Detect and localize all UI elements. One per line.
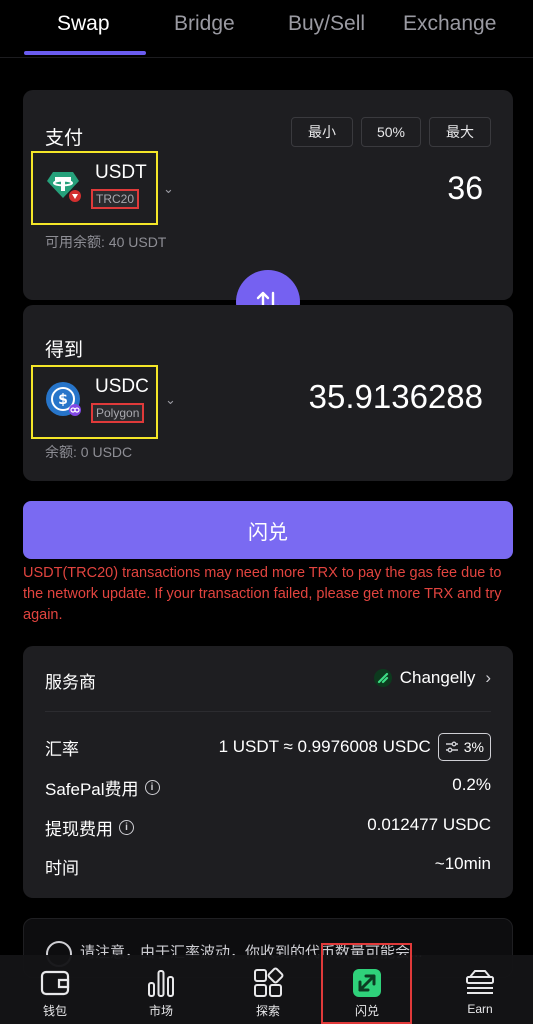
chevron-right-icon: › [485, 668, 491, 687]
info-icon[interactable]: i [144, 780, 160, 795]
swap-button[interactable]: 闪兑 [23, 501, 513, 559]
pay-token-name: USDT [95, 162, 147, 183]
info-divider [45, 711, 491, 712]
usdc-icon: $ [46, 382, 81, 416]
min-amount-button[interactable]: 最小 [291, 117, 353, 147]
tab-exchange[interactable]: Exchange [403, 12, 496, 36]
nav-explore[interactable]: 探索 [218, 955, 318, 1024]
safepal-fee-row: SafePal费用 i 0.2% [45, 775, 491, 799]
time-label: 时间 [45, 859, 79, 878]
chevron-down-icon[interactable]: ⌄ [163, 181, 174, 197]
pay-card: 支付 最小 50% 最大 USDT TRC20 ⌄ 36 可用余额: 40 US… [23, 90, 513, 300]
provider-label: 服务商 [45, 673, 96, 692]
receive-token-selector[interactable]: $ USDC Polygon [31, 365, 158, 439]
time-value: ~10min [434, 854, 491, 873]
safepal-fee-value: 0.2% [452, 775, 491, 794]
pay-network-tag: TRC20 [91, 189, 140, 209]
pay-balance: 可用余额: 40 USDT [45, 234, 167, 250]
info-icon[interactable]: i [119, 820, 134, 835]
pay-amount-input[interactable]: 36 [447, 170, 483, 207]
changelly-logo-icon [373, 669, 392, 687]
safepal-fee-label: SafePal费用 [45, 780, 139, 799]
nav-market-label: 市场 [148, 1004, 173, 1018]
slippage-button[interactable]: 3% [437, 733, 491, 761]
time-row: 时间 ~10min [45, 854, 491, 878]
receive-token-name: USDC [95, 376, 149, 397]
active-nav-highlight [321, 943, 412, 1024]
nav-wallet-label: 钱包 [42, 1004, 67, 1018]
nav-earn[interactable]: Earn [430, 955, 530, 1024]
earn-icon [466, 970, 494, 994]
receive-title: 得到 [45, 340, 84, 361]
half-amount-button[interactable]: 50% [361, 117, 421, 147]
nav-explore-label: 探索 [255, 1004, 280, 1018]
withdraw-fee-row: 提现费用 i 0.012477 USDC [45, 815, 491, 839]
rate-label: 汇率 [45, 740, 79, 759]
receive-amount: 35.9136288 [308, 378, 483, 415]
slippage-value: 3% [463, 739, 484, 755]
tab-buy-sell[interactable]: Buy/Sell [288, 12, 365, 36]
provider-row[interactable]: 服务商 Changelly › [45, 668, 491, 692]
nav-wallet[interactable]: 钱包 [5, 955, 105, 1024]
sliders-icon [445, 741, 458, 753]
chevron-down-icon[interactable]: ⌄ [165, 392, 176, 408]
gas-fee-warning: USDT(TRC20) transactions may need more T… [23, 565, 502, 623]
nav-market[interactable]: 市场 [111, 955, 211, 1024]
tab-bridge[interactable]: Bridge [174, 12, 235, 36]
receive-balance: 余额: 0 USDC [45, 444, 133, 460]
active-tab-indicator [24, 51, 146, 55]
receive-card: 得到 $ USDC Polygon ⌄ 35.9136288 余额: 0 USD… [23, 305, 513, 481]
explore-grid-icon [254, 967, 284, 997]
wallet-icon [40, 970, 70, 996]
svg-text:$: $ [58, 392, 68, 408]
market-chart-icon [148, 970, 174, 997]
nav-earn-label: Earn [467, 1002, 493, 1016]
provider-value: Changelly [399, 668, 476, 687]
header-divider [0, 57, 533, 58]
bottom-nav: 钱包 市场 探索 闪兑 Earn [0, 955, 533, 1024]
usdt-icon [47, 172, 81, 202]
top-tab-bar: Swap Bridge Buy/Sell Exchange [0, 0, 533, 58]
quote-details-card: 服务商 Changelly › 汇率 1 USDT ≈ 0.9976008 US… [23, 646, 513, 898]
rate-value: 1 USDT ≈ 0.9976008 USDC [218, 737, 431, 756]
withdraw-fee-value: 0.012477 USDC [367, 815, 491, 834]
max-amount-button[interactable]: 最大 [429, 117, 491, 147]
tab-swap[interactable]: Swap [57, 12, 110, 36]
rate-row: 汇率 1 USDT ≈ 0.9976008 USDC 3% [45, 733, 491, 761]
withdraw-fee-label: 提现费用 [45, 820, 113, 839]
receive-network-tag: Polygon [91, 403, 145, 423]
pay-token-selector[interactable]: USDT TRC20 [31, 151, 158, 225]
pay-title: 支付 [45, 128, 84, 149]
